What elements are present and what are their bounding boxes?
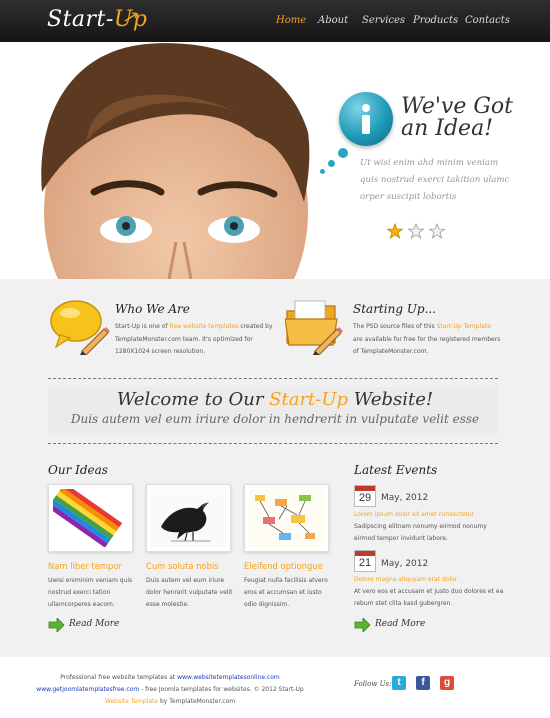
event-date: May, 2012 <box>381 493 429 503</box>
main-nav: Home About Services Products Contacts <box>0 15 550 29</box>
footer-link[interactable]: www.getjoomlatemplatesfree.com <box>36 686 139 693</box>
star-empty-icon[interactable] <box>408 223 424 239</box>
starting-up-title: Starting Up... <box>353 302 437 316</box>
idea-title[interactable]: Nam liber tempor <box>48 561 122 571</box>
read-more-link[interactable]: Read More <box>69 619 119 629</box>
event-text: Sadipscing elitnam nonumy eirmod nonumy … <box>354 523 487 542</box>
starting-up-text: The PSD source files of this Start-Up Te… <box>353 323 501 355</box>
idea-text: Uwisi eniminim veniam quis nostrud exerc… <box>48 577 133 608</box>
hero-banner: We've Got an Idea! Ut wisi enim ahd mini… <box>0 42 550 279</box>
divider <box>48 443 498 444</box>
sketch-map-image <box>249 489 324 547</box>
idea-thumbnail-rainbow[interactable] <box>48 484 133 552</box>
calendar-icon: 21 <box>354 550 376 572</box>
welcome-subtitle: Duis autem vel eum iriure dolor in hendr… <box>70 412 480 426</box>
free-templates-link[interactable]: free website templates <box>169 323 238 330</box>
facebook-icon[interactable]: f <box>416 676 430 690</box>
follow-us-label: Follow Us: <box>354 680 392 688</box>
speech-bubble-pencil-icon <box>50 300 110 355</box>
rainbow-image <box>53 489 128 547</box>
thought-dot-medium <box>328 160 335 167</box>
calendar-icon: 29 <box>354 485 376 507</box>
folder-pencil-icon <box>285 300 343 355</box>
hero-face-illustration <box>36 42 316 279</box>
site-header: Start-Up Home About Services Products Co… <box>0 0 550 42</box>
idea-thumbnail-raven[interactable] <box>146 484 231 552</box>
latest-events-heading: Latest Events <box>354 463 438 477</box>
twitter-icon[interactable]: t <box>392 676 406 690</box>
nav-about[interactable]: About <box>318 15 348 26</box>
google-icon[interactable]: g <box>440 676 454 690</box>
footer-link[interactable]: Website Template <box>105 698 158 705</box>
event-date: May, 2012 <box>381 559 429 569</box>
who-we-are-text: Start-Up is one of free website template… <box>115 323 273 355</box>
nav-home[interactable]: Home <box>276 15 306 26</box>
info-icon <box>339 92 393 146</box>
thought-dot-large <box>338 148 348 158</box>
start-up-template-link[interactable]: Start-Up Template <box>437 323 491 330</box>
idea-title[interactable]: Eleifend optiongue <box>244 561 323 571</box>
event-title[interactable]: Dolore magna aliquyam erat dolor <box>354 576 457 583</box>
nav-contacts[interactable]: Contacts <box>465 15 510 26</box>
footer-line: Website Template by TemplateMonster.com <box>104 698 236 705</box>
nav-products[interactable]: Products <box>413 15 458 26</box>
idea-thumbnail-map[interactable] <box>244 484 329 552</box>
idea-title[interactable]: Cum soluta nobis <box>146 561 219 571</box>
footer-line: www.getjoomlatemplatesfree.com - free Jo… <box>36 686 304 693</box>
star-filled-icon[interactable] <box>387 223 403 239</box>
thought-dot-small <box>320 169 325 174</box>
footer-link[interactable]: www.websitetemplatesonline.com <box>177 674 280 681</box>
our-ideas-heading: Our Ideas <box>48 463 108 477</box>
site-footer: Professional free website templates at w… <box>0 657 550 718</box>
event-title[interactable]: Lorem ipsum dolor sit amet consectetur <box>354 511 474 518</box>
footer-line: Professional free website templates at w… <box>60 674 280 681</box>
idea-text: Duis autem vel eum iriure dolor henrerit… <box>146 577 233 608</box>
arrow-right-icon[interactable] <box>48 618 65 632</box>
idea-text: Feugiat nulla facilisis atvero eros et a… <box>244 577 328 608</box>
arrow-right-icon[interactable] <box>354 618 371 632</box>
nav-services[interactable]: Services <box>362 15 405 26</box>
main-content: Who We Are Start-Up is one of free websi… <box>0 279 550 657</box>
welcome-title: Welcome to Our Start-Up Website! <box>116 389 434 410</box>
raven-image <box>151 489 226 547</box>
divider <box>48 378 498 379</box>
star-empty-icon[interactable] <box>429 223 445 239</box>
read-more-link[interactable]: Read More <box>375 619 425 629</box>
event-text: At vero eos et accusam et justo duo dolo… <box>354 588 504 607</box>
who-we-are-title: Who We Are <box>115 302 190 316</box>
hero-title: We've Got an Idea! <box>401 94 513 141</box>
hero-text: Ut wisi enim ahd minim veniam quis nostr… <box>360 158 510 202</box>
